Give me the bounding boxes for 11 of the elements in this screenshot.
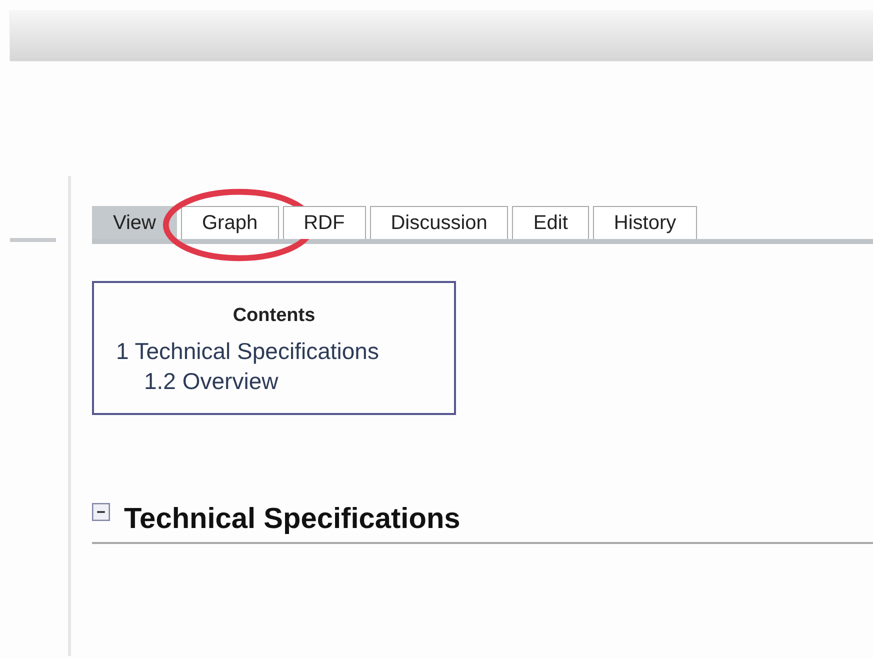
- contents-link[interactable]: 1 Technical Specifications: [116, 337, 454, 367]
- tab[interactable]: RDF: [282, 206, 366, 239]
- contents-link[interactable]: 1.2 Overview: [144, 366, 454, 397]
- tab[interactable]: Edit: [512, 206, 589, 239]
- collapse-icon[interactable]: [92, 502, 110, 521]
- tab[interactable]: View: [92, 206, 177, 239]
- tab[interactable]: Discussion: [370, 206, 508, 239]
- contents-title: Contents: [232, 305, 316, 327]
- tab[interactable]: Graph: [181, 206, 279, 239]
- section-heading: Technical Specifications: [124, 502, 460, 536]
- tab[interactable]: History: [592, 206, 698, 239]
